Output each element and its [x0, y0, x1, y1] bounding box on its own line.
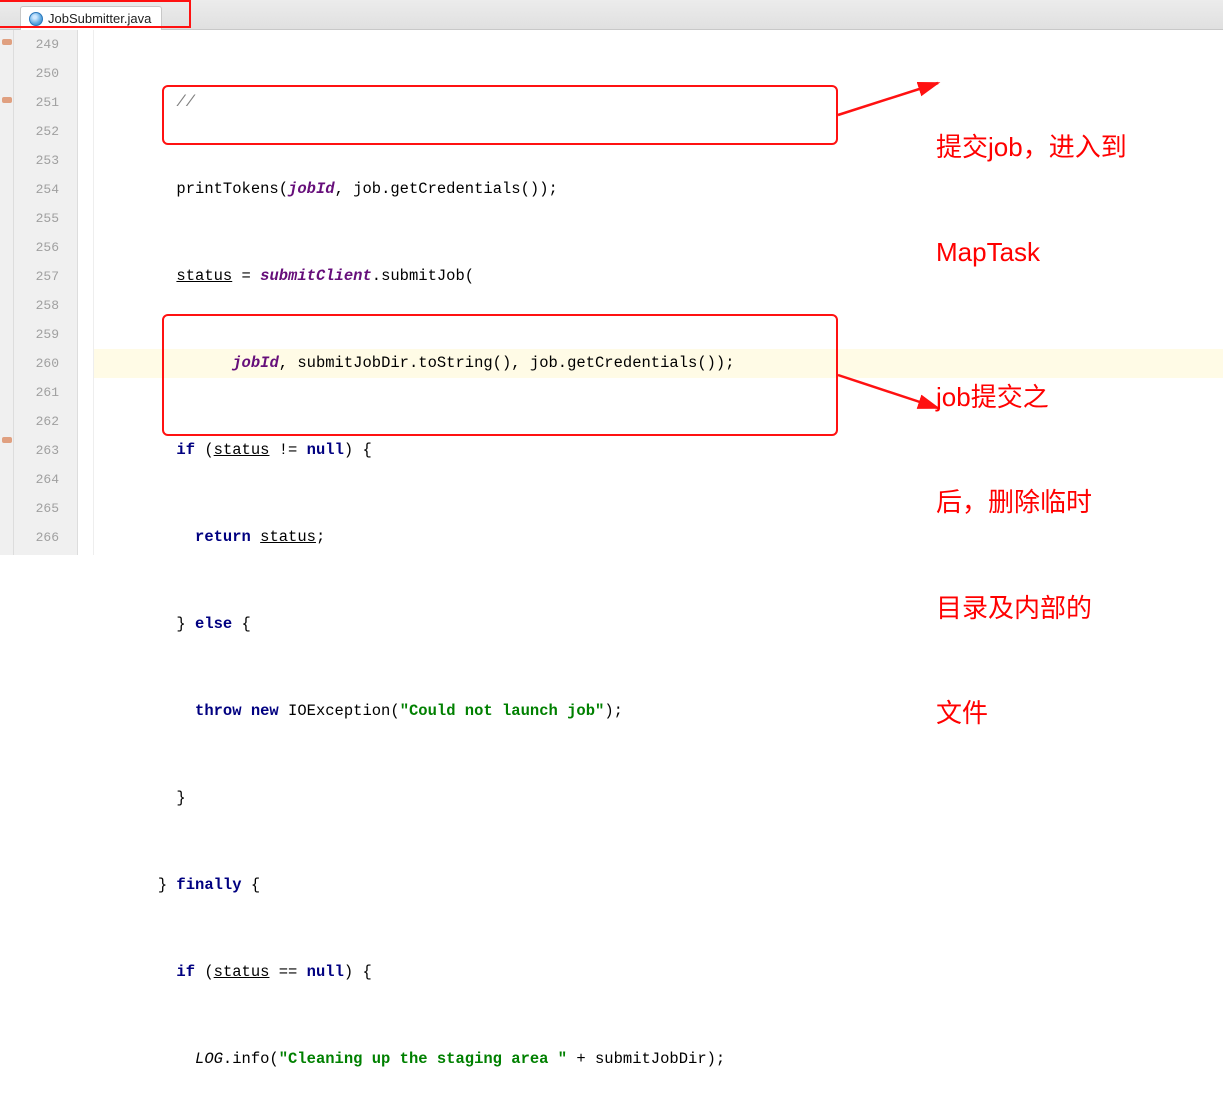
margin-marker — [2, 437, 12, 443]
tab-bar: JobSubmitter.java — [0, 0, 1223, 30]
line-number: 260 — [14, 349, 59, 378]
line-number: 265 — [14, 494, 59, 523]
code-line: // — [94, 88, 1223, 117]
tab-filename: JobSubmitter.java — [48, 11, 151, 26]
editor-tab-jobsubmitter[interactable]: JobSubmitter.java — [20, 6, 162, 30]
line-number: 254 — [14, 175, 59, 204]
annotation-text-cleanup: job提交之 后，删除临时 目录及内部的 文件 — [936, 310, 1092, 801]
line-number-gutter: 249 250 251 252 253 254 255 256 257 258 … — [14, 30, 78, 555]
code-content[interactable]: // printTokens(jobId, job.getCredentials… — [94, 30, 1223, 555]
line-number: 256 — [14, 233, 59, 262]
line-number: 253 — [14, 146, 59, 175]
java-class-icon — [29, 12, 43, 26]
line-number: 249 — [14, 30, 59, 59]
editor-area: 249 250 251 252 253 254 255 256 257 258 … — [0, 30, 1223, 555]
line-number: 261 — [14, 378, 59, 407]
code-line-current: jobId, submitJobDir.toString(), job.getC… — [94, 349, 1223, 378]
line-number: 262 — [14, 407, 59, 436]
line-number: 250 — [14, 59, 59, 88]
code-line: status = submitClient.submitJob( — [94, 262, 1223, 291]
code-line: LOG.info("Cleaning up the staging area "… — [94, 1045, 1223, 1074]
code-line: } else { — [94, 610, 1223, 639]
code-line: if (status != null) { — [94, 436, 1223, 465]
margin-marker — [2, 39, 12, 45]
line-number: 255 — [14, 204, 59, 233]
line-number: 257 — [14, 262, 59, 291]
code-line: } finally { — [94, 871, 1223, 900]
code-line: } — [94, 784, 1223, 813]
fold-column — [78, 30, 94, 555]
line-number: 264 — [14, 465, 59, 494]
code-line: throw new IOException("Could not launch … — [94, 697, 1223, 726]
line-number: 252 — [14, 117, 59, 146]
code-line: printTokens(jobId, job.getCredentials())… — [94, 175, 1223, 204]
line-number: 258 — [14, 291, 59, 320]
line-number: 251 — [14, 88, 59, 117]
code-line: if (status == null) { — [94, 958, 1223, 987]
code-line: return status; — [94, 523, 1223, 552]
left-margin — [0, 30, 14, 555]
line-number: 266 — [14, 523, 59, 552]
line-number: 259 — [14, 320, 59, 349]
line-number: 263 — [14, 436, 59, 465]
margin-marker — [2, 97, 12, 103]
